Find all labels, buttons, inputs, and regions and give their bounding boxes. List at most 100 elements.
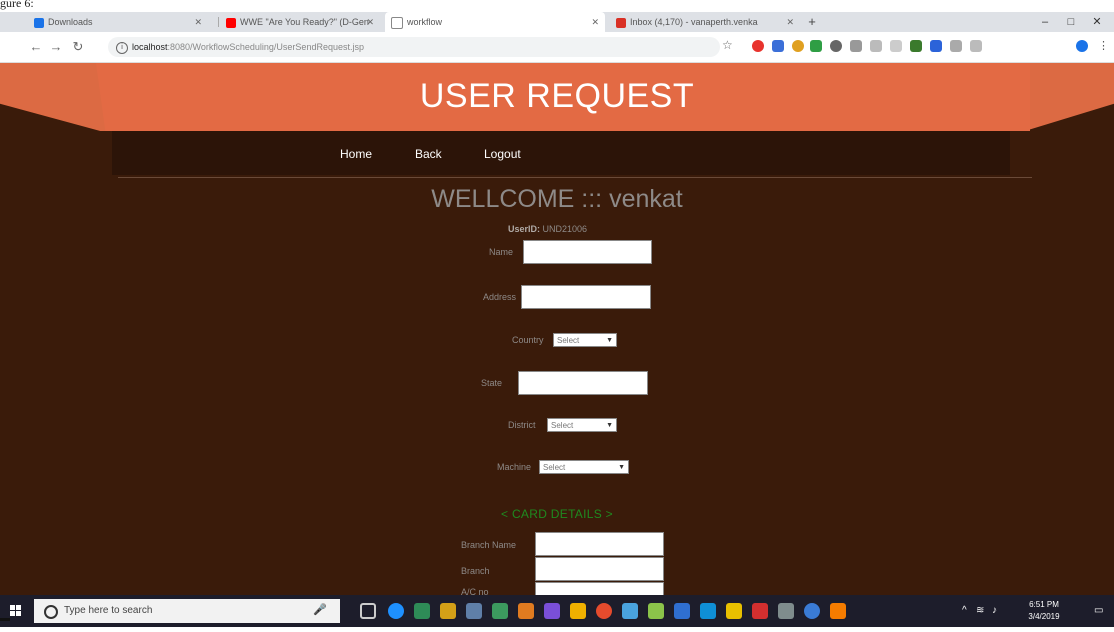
machine-select[interactable]: Select ▼ xyxy=(539,460,629,474)
extension-icon[interactable] xyxy=(830,40,842,52)
windows-start-button[interactable] xyxy=(0,595,32,627)
vlc-icon[interactable] xyxy=(830,603,846,619)
back-arrow-icon[interactable]: ← xyxy=(28,38,44,56)
machine-label: Machine xyxy=(497,462,532,472)
app-icon[interactable] xyxy=(518,603,534,619)
browser-toolbar: ← → ↻ i localhost:8080/WorkflowScheduling… xyxy=(0,32,1114,63)
document-caption: gure 6: xyxy=(0,0,1114,12)
extension-icon[interactable] xyxy=(950,40,962,52)
close-icon[interactable]: ✕ xyxy=(786,12,794,32)
browser-tab-strip: Downloads ✕ WWE "Are You Ready?" (D-Gen … xyxy=(0,12,1114,32)
app-icon[interactable] xyxy=(622,603,638,619)
extension-icon[interactable] xyxy=(910,40,922,52)
app-icon[interactable] xyxy=(492,603,508,619)
edge-icon[interactable] xyxy=(388,603,404,619)
branch-label: Branch xyxy=(461,566,490,576)
app-icon[interactable] xyxy=(674,603,690,619)
app-icon[interactable] xyxy=(778,603,794,619)
bookmark-star-icon[interactable]: ☆ xyxy=(722,38,733,52)
branch-input[interactable] xyxy=(535,557,664,581)
district-select[interactable]: Select ▼ xyxy=(547,418,617,432)
ac-no-label: A/C no xyxy=(461,587,489,595)
ac-no-input[interactable] xyxy=(535,582,664,595)
store-icon[interactable] xyxy=(440,603,456,619)
name-input[interactable] xyxy=(523,240,652,264)
app-icon[interactable] xyxy=(544,603,560,619)
country-label: Country xyxy=(512,335,544,345)
profile-avatar[interactable] xyxy=(1076,40,1088,52)
app-icon[interactable] xyxy=(726,603,742,619)
windows-logo-icon xyxy=(10,605,21,616)
state-label: State xyxy=(481,378,503,388)
reload-icon[interactable]: ↻ xyxy=(70,38,86,56)
branch-name-label: Branch Name xyxy=(461,540,517,550)
tab-youtube[interactable]: WWE "Are You Ready?" (D-Gen ✕ xyxy=(220,12,380,32)
page-icon xyxy=(391,16,403,29)
menu-kebab-icon[interactable]: ⋮ xyxy=(1098,40,1110,52)
extension-icon[interactable] xyxy=(930,40,942,52)
maximize-button[interactable]: □ xyxy=(1058,12,1084,32)
address-bar[interactable]: i localhost:8080/WorkflowScheduling/UserS… xyxy=(108,37,720,57)
extension-icon[interactable] xyxy=(970,40,982,52)
microphone-icon[interactable]: 🎤 xyxy=(313,603,327,616)
volume-icon[interactable]: ♪ xyxy=(992,605,997,616)
country-select[interactable]: Select ▼ xyxy=(553,333,617,347)
close-icon[interactable]: ✕ xyxy=(366,12,374,32)
app-icon[interactable] xyxy=(700,603,716,619)
close-icon[interactable]: ✕ xyxy=(591,12,599,32)
welcome-heading: WELLCOME ::: venkat xyxy=(431,185,683,213)
branch-name-input[interactable] xyxy=(535,532,664,556)
nav-logout[interactable]: Logout xyxy=(484,147,521,161)
dropdown-arrow-icon: ▼ xyxy=(606,337,613,344)
tab-downloads[interactable]: Downloads ✕ xyxy=(28,12,208,32)
extension-icon[interactable] xyxy=(870,40,882,52)
app-icon[interactable] xyxy=(414,603,430,619)
extension-icon[interactable] xyxy=(772,40,784,52)
info-icon[interactable]: i xyxy=(116,41,128,54)
nav-home[interactable]: Home xyxy=(340,147,372,161)
app-icon[interactable] xyxy=(466,603,482,619)
extension-icon[interactable] xyxy=(810,40,822,52)
user-id: UserID: UND21006 xyxy=(508,224,588,234)
forward-arrow-icon[interactable]: → xyxy=(48,38,64,56)
extension-icon[interactable] xyxy=(792,40,804,52)
card-details-heading: < CARD DETAILS > xyxy=(501,507,613,521)
tray-expand-icon[interactable]: ^ xyxy=(962,605,967,616)
page-content: USER REQUEST Home Back Logout WELLCOME :… xyxy=(0,63,1114,595)
taskbar-clock[interactable]: 6:51 PM 3/4/2019 xyxy=(1024,599,1064,623)
minimize-button[interactable]: – xyxy=(1032,12,1058,32)
extension-icon[interactable] xyxy=(850,40,862,52)
close-icon[interactable]: ✕ xyxy=(194,12,202,32)
opera-extension-icon[interactable] xyxy=(752,40,764,52)
address-label: Address xyxy=(483,292,517,302)
gmail-icon xyxy=(616,17,626,28)
acrobat-icon[interactable] xyxy=(752,603,768,619)
app-icon[interactable] xyxy=(570,603,586,619)
close-window-button[interactable]: ✕ xyxy=(1084,12,1110,32)
notifications-icon[interactable]: ▭ xyxy=(1094,605,1103,616)
dropdown-arrow-icon: ▼ xyxy=(606,422,613,429)
download-icon xyxy=(34,17,44,28)
new-tab-button[interactable]: + xyxy=(804,12,820,32)
divider xyxy=(118,177,1032,178)
windows-taskbar: Type here to search 🎤 ^ ≋ ♪ 6:51 PM 3/4/… xyxy=(0,595,1114,627)
nav-bar xyxy=(112,131,1010,175)
cortana-icon xyxy=(44,605,58,619)
app-icon[interactable] xyxy=(648,603,664,619)
state-input[interactable] xyxy=(518,371,648,395)
tab-workflow[interactable]: workflow ✕ xyxy=(385,12,605,32)
firefox-icon[interactable] xyxy=(596,603,612,619)
divider xyxy=(0,618,10,621)
page-title: USER REQUEST xyxy=(419,77,695,115)
task-view-icon[interactable] xyxy=(360,603,376,619)
extension-icon[interactable] xyxy=(890,40,902,52)
app-icon[interactable] xyxy=(804,603,820,619)
district-label: District xyxy=(508,420,536,430)
nav-back[interactable]: Back xyxy=(415,147,442,161)
address-input[interactable] xyxy=(521,285,651,309)
name-label: Name xyxy=(489,247,514,257)
taskbar-search-box[interactable]: Type here to search xyxy=(34,599,340,623)
tab-gmail[interactable]: Inbox (4,170) - vanaperth.venka ✕ xyxy=(610,12,800,32)
dropdown-arrow-icon: ▼ xyxy=(618,464,625,471)
network-icon[interactable]: ≋ xyxy=(976,605,984,616)
